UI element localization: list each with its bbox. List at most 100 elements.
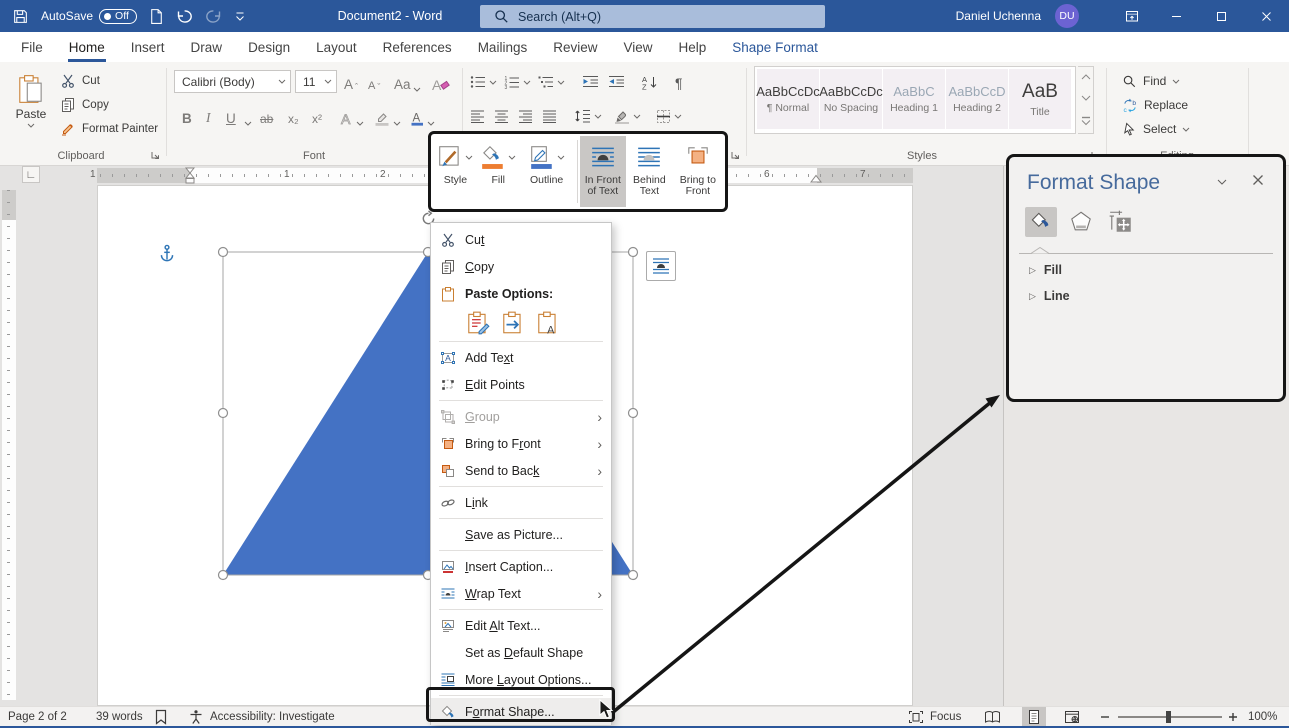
menu-item-send-to-back[interactable]: Send to Back› (431, 457, 611, 484)
sort-button[interactable]: AZ (642, 70, 658, 94)
in-front-of-text-button[interactable]: In Front of Text (580, 136, 627, 207)
zoom-level[interactable]: 100% (1248, 707, 1277, 726)
menu-item-save-as-picture[interactable]: Save as Picture... (431, 521, 611, 548)
bring-to-front-button[interactable]: Bring to Front (673, 136, 723, 207)
line-spacing-button[interactable] (574, 104, 602, 128)
grow-font-button[interactable]: Aˆ (344, 70, 358, 94)
proofing-icon[interactable] (154, 707, 168, 726)
gallery-more-icon[interactable] (1081, 116, 1091, 126)
style-title[interactable]: AaBTitle (1009, 69, 1071, 129)
numbering-button[interactable]: 123 (504, 70, 531, 94)
multilevel-list-button[interactable] (538, 70, 565, 94)
style-no-spacing[interactable]: AaBbCcDcNo Spacing (820, 69, 882, 129)
tab-view[interactable]: View (610, 32, 665, 62)
zoom-out-button[interactable] (1100, 707, 1110, 726)
find-button[interactable]: Find (1122, 70, 1180, 92)
superscript-button[interactable]: x² (312, 104, 322, 128)
align-right-button[interactable] (518, 104, 533, 128)
pane-section-fill[interactable]: ▷Fill (1029, 263, 1062, 277)
pane-section-line[interactable]: ▷Line (1029, 289, 1070, 303)
underline-button[interactable]: U (226, 104, 236, 128)
pane-menu-chevron-icon[interactable] (1217, 179, 1227, 185)
shrink-font-button[interactable]: Aˇ (368, 70, 380, 94)
focus-button[interactable]: Focus (908, 707, 961, 726)
redo-button[interactable] (205, 9, 222, 24)
tab-design[interactable]: Design (235, 32, 303, 62)
pane-tab-effects[interactable] (1065, 207, 1097, 237)
borders-button[interactable] (656, 104, 682, 128)
menu-item-insert-caption[interactable]: Insert Caption... (431, 553, 611, 580)
menu-item-cut[interactable]: Cut (431, 226, 611, 253)
minimize-button[interactable] (1154, 0, 1199, 32)
menu-item-edit-alt-text[interactable]: Edit Alt Text... (431, 612, 611, 639)
tab-references[interactable]: References (370, 32, 465, 62)
bullets-button[interactable] (470, 70, 497, 94)
menu-item-add-text[interactable]: AAdd Text (431, 344, 611, 371)
subscript-button[interactable]: x₂ (288, 104, 299, 128)
increase-indent-button[interactable] (608, 70, 625, 94)
pane-tab-fill-line[interactable] (1025, 207, 1057, 237)
tab-shape-format[interactable]: Shape Format (719, 32, 831, 62)
pane-close-icon[interactable] (1251, 173, 1265, 187)
select-button[interactable]: Select (1122, 118, 1190, 140)
layout-options-button[interactable] (646, 251, 676, 281)
copy-button[interactable]: Copy (60, 94, 109, 116)
style-heading-2[interactable]: AaBbCcDHeading 2 (946, 69, 1008, 129)
accessibility-status[interactable]: Accessibility: Investigate (188, 707, 335, 726)
outline-button[interactable]: Outline (519, 136, 575, 207)
menu-item-link[interactable]: Link (431, 489, 611, 516)
font-name-combobox[interactable]: Calibri (Body) (174, 70, 291, 93)
style-button[interactable]: Style (433, 136, 478, 207)
zoom-slider-thumb[interactable] (1166, 711, 1171, 723)
style-heading-1[interactable]: AaBbCHeading 1 (883, 69, 945, 129)
read-mode-button[interactable] (984, 707, 1001, 726)
menu-item-format-shape[interactable]: Format Shape... (431, 698, 611, 725)
tab-draw[interactable]: Draw (178, 32, 236, 62)
gallery-up-icon[interactable] (1081, 74, 1091, 80)
autosave-toggle[interactable]: AutoSave Off (41, 9, 137, 24)
italic-button[interactable]: I (206, 104, 211, 128)
new-document-icon[interactable] (149, 8, 164, 25)
paragraph-dialog-launcher[interactable] (730, 150, 740, 160)
save-icon[interactable] (12, 8, 29, 25)
shading-button[interactable] (614, 104, 641, 128)
menu-item-edit-points[interactable]: Edit Points (431, 371, 611, 398)
menu-item-more-layout-options[interactable]: More Layout Options... (431, 666, 611, 693)
menu-item-wrap-text[interactable]: Wrap Text› (431, 580, 611, 607)
page-indicator[interactable]: Page 2 of 2 (8, 707, 67, 726)
menu-item-set-default-shape[interactable]: Set as Default Shape (431, 639, 611, 666)
autosave-pill[interactable]: Off (99, 9, 137, 24)
underline-dropdown[interactable] (244, 104, 252, 128)
menu-item-copy[interactable]: Copy (431, 253, 611, 280)
highlight-button[interactable] (374, 104, 401, 128)
style-normal[interactable]: AaBbCcDc¶ Normal (757, 69, 819, 129)
pane-tab-layout-properties[interactable] (1105, 207, 1137, 237)
ribbon-display-options-icon[interactable] (1109, 0, 1154, 32)
avatar[interactable]: DU (1055, 4, 1079, 28)
align-center-button[interactable] (494, 104, 509, 128)
web-layout-button[interactable] (1064, 707, 1080, 726)
tab-review[interactable]: Review (540, 32, 610, 62)
paste-button[interactable]: Paste (6, 68, 56, 152)
text-effects-button[interactable]: A (340, 104, 364, 128)
tab-file[interactable]: File (8, 32, 56, 62)
change-case-button[interactable]: Aa (394, 70, 421, 94)
font-size-combobox[interactable]: 11 (295, 70, 337, 93)
bold-button[interactable]: B (182, 104, 192, 128)
format-painter-button[interactable]: Format Painter (60, 118, 158, 140)
tab-mailings[interactable]: Mailings (465, 32, 541, 62)
print-layout-button[interactable] (1022, 707, 1046, 726)
cut-button[interactable]: Cut (60, 70, 100, 92)
show-formatting-marks-button[interactable]: ¶ (674, 70, 686, 94)
tab-insert[interactable]: Insert (118, 32, 178, 62)
menu-item-group[interactable]: Group› (431, 403, 611, 430)
search-input[interactable]: Search (Alt+Q) (480, 5, 825, 28)
paste-text-only-icon[interactable]: A (535, 310, 561, 336)
fill-button[interactable]: Fill (478, 136, 519, 207)
decrease-indent-button[interactable] (582, 70, 599, 94)
maximize-button[interactable] (1199, 0, 1244, 32)
clear-formatting-button[interactable]: A (432, 70, 451, 94)
paste-keep-formatting-icon[interactable] (465, 310, 491, 336)
close-button[interactable] (1244, 0, 1289, 32)
customize-qat-icon[interactable] (234, 11, 246, 22)
